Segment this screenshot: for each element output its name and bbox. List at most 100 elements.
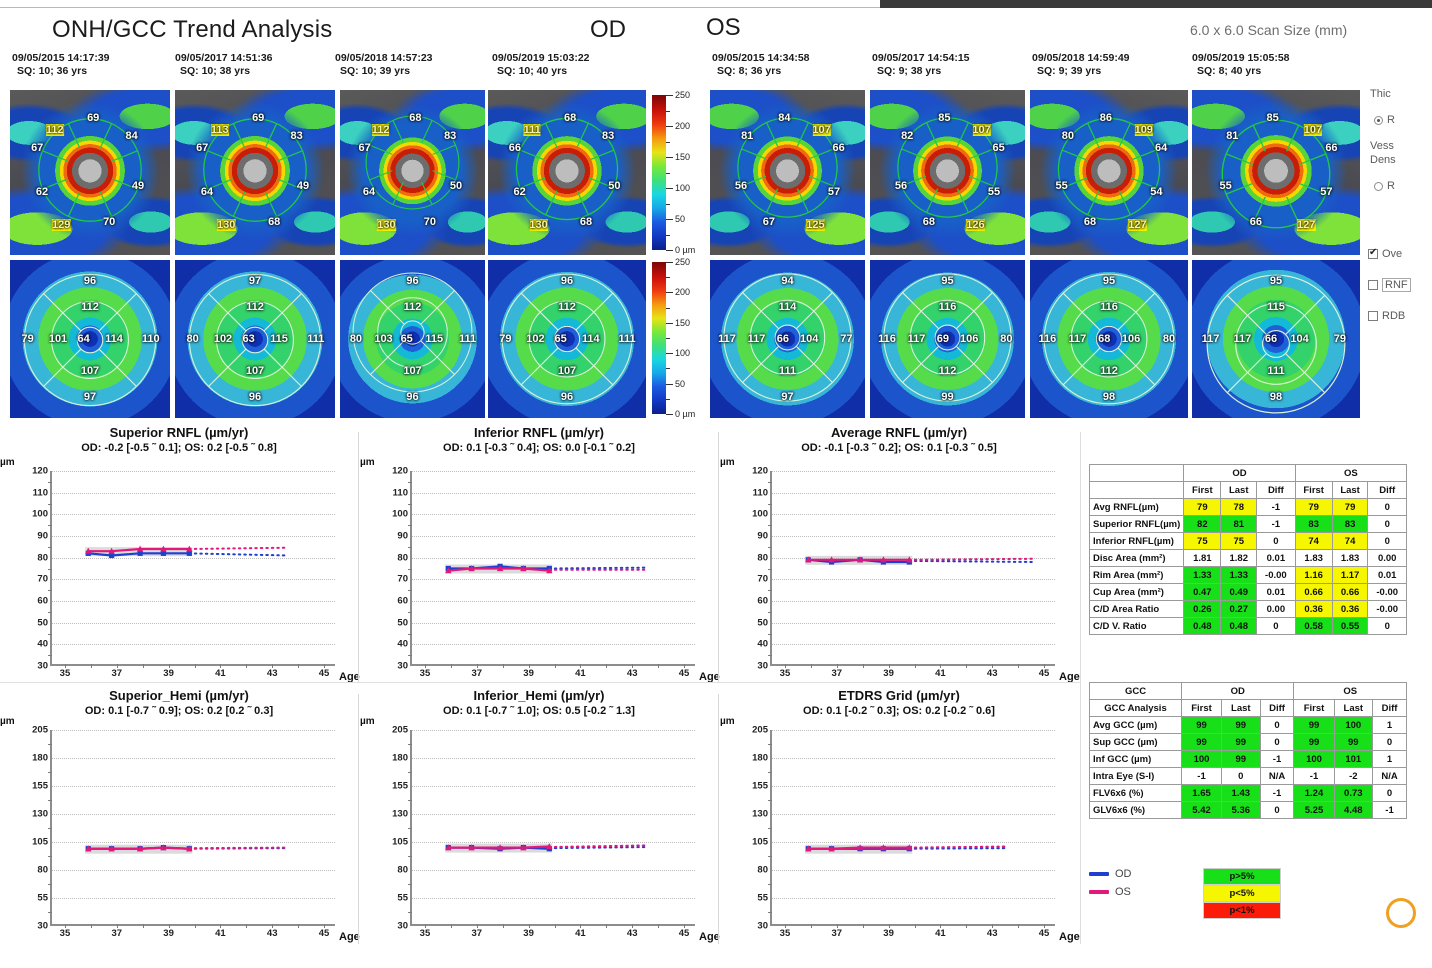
colorbar-tick [666, 322, 673, 324]
gcc-thickness-map-od-4[interactable]: 96 112 79 102 65 114 111 107 96 [488, 260, 646, 418]
chart-plot-area[interactable]: 30 55 80 105 130 155 180 205 35 37 39 41 43 45 [752, 725, 1055, 939]
table-cell: -1 [1293, 767, 1335, 785]
scan-quality: SQ: 8; 40 yrs [1197, 65, 1262, 77]
table-cell: 0.55 [1331, 617, 1369, 635]
gcc-sector-value-inner-tmp: 114 [105, 333, 123, 345]
gcc-sector-value-outer-tmp: 111 [618, 333, 636, 345]
chart-y-tick-label: 110 [32, 487, 48, 499]
table-cell: -1 [1259, 750, 1295, 768]
thickness-label: Thic [1370, 88, 1391, 100]
table-row: Superior RNFL(µm) 82 81 -1 83 83 0 [1088, 515, 1407, 533]
chart-y-tick-label: 40 [37, 638, 48, 650]
chart-column-divider [358, 694, 359, 944]
chart-legend: OD OS p>5% p<5% p<1% [1089, 868, 1389, 928]
gcc-thickness-map-od-1[interactable]: 96 112 79 101 64 114 110 107 97 [10, 260, 170, 418]
gcc-sector-value-outer-tmp: 111 [307, 333, 325, 345]
colorbar-tick [666, 414, 673, 415]
table-cell: 101 [1333, 750, 1374, 768]
onh-sector-value-il: 127 [1297, 219, 1316, 232]
chart-y-tick-label: 80 [37, 552, 48, 564]
onh-thickness-map-od-1[interactable]: 112 69 84 49 70 129 62 67 [10, 90, 170, 255]
onh-table-corner [1088, 464, 1185, 482]
gcc-sector-value-center: 65 [400, 333, 413, 345]
chart-x-tick-label: 37 [831, 928, 843, 939]
series-projection-os [908, 557, 1035, 561]
gcc-sector-value-outer-sup: 94 [781, 274, 794, 287]
chart-superior-hemi: Superior_Hemi (µm/yr) OD: 0.1 [-0.7 ˜ 0.9… [0, 688, 360, 946]
onh-thickness-map-os-3[interactable]: 109 86 80 55 68 127 54 64 [1030, 90, 1188, 255]
table-cell: 0 [1367, 515, 1407, 533]
chart-y-tick-label: 180 [32, 752, 48, 764]
chart-y-tick-label: 155 [392, 780, 408, 792]
onh-thickness-map-od-2[interactable]: 113 69 83 49 68 130 64 67 [175, 90, 335, 255]
radio-selected-icon[interactable] [1374, 115, 1383, 125]
checkbox-unchecked-icon[interactable] [1368, 311, 1378, 321]
onh-thickness-map-os-2[interactable]: 107 85 82 56 68 126 55 65 [870, 90, 1025, 255]
table-cell: -1 [1180, 767, 1223, 785]
gcc-thickness-map-os-2[interactable]: 116 117 69 106 80 95 116 112 99 [870, 260, 1025, 418]
table-row-label: Disc Area (mm²) [1088, 549, 1185, 567]
table-cell: 75 [1183, 532, 1222, 550]
gcc-sector-value-outer-nas: 80 [349, 333, 363, 345]
chart-x-tick-label: 39 [883, 928, 894, 939]
onh-sector-value-nu: 64 [1155, 141, 1168, 154]
table-row: Inferior RNFL(µm) 75 75 0 74 74 0 [1088, 532, 1407, 550]
onh-sector-value-nu: 66 [1325, 141, 1338, 154]
onh-thickness-map-od-4[interactable]: 111 68 83 50 68 130 62 66 [488, 90, 646, 255]
onh-thickness-map-os-1[interactable]: 107 84 81 56 67 125 57 66 [710, 90, 865, 255]
checkbox-unchecked-icon[interactable] [1368, 280, 1378, 290]
gcc-thickness-map-od-3[interactable]: 96 112 80 103 65 115 111 107 96 [340, 260, 485, 418]
onh-sector-value-tu: 81 [1226, 130, 1239, 143]
onh-thickness-map-os-4[interactable]: 107 85 81 55 66 127 57 66 [1192, 90, 1360, 255]
scan-quality: SQ: 9; 38 yrs [877, 65, 942, 77]
onh-sector-value-it: 68 [1083, 216, 1097, 228]
table-column-header: First [1293, 699, 1335, 717]
chart-y-tick-label: 90 [757, 530, 768, 542]
table-cell: -2 [1333, 767, 1374, 785]
chart-y-tick-label: 120 [32, 465, 48, 477]
onh-thickness-map-od-3[interactable]: 112 68 83 50 70 130 64 67 [340, 90, 485, 255]
table-cell: 0 [1367, 617, 1407, 635]
chart-plot-area[interactable]: 30 55 80 105 130 155 180 205 35 37 39 41 43 45 [32, 725, 335, 939]
chart-y-unit: µm [360, 716, 375, 727]
gcc-thickness-map-os-1[interactable]: 117 117 66 104 77 94 114 111 97 [710, 260, 865, 418]
chart-y-tick-label: 70 [37, 573, 48, 585]
chart-plot-area[interactable]: 30 40 50 60 70 80 90 100 110 120 35 37 39 41 43 45 [32, 466, 335, 679]
onh-sector-value-sn: 107 [812, 123, 831, 136]
rnfl-checkbox-row[interactable]: RNF [1368, 278, 1411, 292]
chart-x-tick-label: 37 [471, 668, 483, 679]
table-cell: 0.66 [1331, 583, 1369, 601]
table-cell: 1.65 [1180, 784, 1223, 802]
vessel-density-radio-option[interactable]: R [1374, 180, 1395, 192]
chart-y-tick-label: 110 [752, 487, 768, 499]
table-cell: 0.73 [1333, 784, 1374, 802]
onh-summary-table: OD OS First Last Diff First Last Diff Avg RNFL(µ… [1088, 464, 1408, 635]
series-projection-od [908, 847, 1009, 850]
gcc-thickness-map-od-2[interactable]: 97 112 80 102 63 115 111 107 96 [175, 260, 335, 418]
onh-sector-value-nu: 66 [832, 141, 845, 154]
table-cell: 0 [1372, 733, 1407, 751]
chart-title: Average RNFL (µm/yr) [830, 425, 968, 440]
legend-significance-1: p<5% [1203, 885, 1281, 902]
onh-sector-value-it: 66 [1249, 216, 1262, 228]
gcc-sector-value-outer-tmp: 117 [718, 333, 736, 345]
chart-plot-area[interactable]: 30 40 50 60 70 80 90 100 110 120 35 37 39 41 43 45 [752, 466, 1055, 679]
table-cell: 1.43 [1221, 784, 1261, 802]
table-column-header: Diff [1256, 481, 1296, 499]
gcc-sector-value-outer-sup: 96 [560, 274, 574, 287]
gcc-thickness-map-os-3[interactable]: 116 117 68 106 80 95 116 112 98 [1030, 260, 1188, 418]
onh-sector-value-tu: 81 [741, 130, 754, 143]
thickness-radio-option[interactable]: R [1374, 114, 1395, 126]
checkbox-checked-icon[interactable] [1368, 247, 1378, 259]
chart-plot-area[interactable]: 30 40 50 60 70 80 90 100 110 120 35 37 39 41 43 45 [392, 466, 695, 679]
gcc-sector-value-center: 68 [1098, 333, 1111, 345]
radio-unselected-icon[interactable] [1374, 181, 1383, 191]
gcc-thickness-map-os-4[interactable]: 117 117 66 104 79 95 115 111 98 [1192, 260, 1360, 418]
table-cell: 0 [1259, 716, 1295, 734]
orange-circle-button[interactable] [1386, 898, 1416, 928]
onh-sector-value-st: 69 [87, 112, 100, 125]
overlay-checkbox-row[interactable]: Ove [1368, 247, 1402, 260]
chart-plot-area[interactable]: 30 55 80 105 130 155 180 205 35 37 39 41 43 45 [392, 725, 695, 939]
rdb-checkbox-row[interactable]: RDB [1368, 310, 1405, 322]
window-topbar [0, 0, 1432, 8]
